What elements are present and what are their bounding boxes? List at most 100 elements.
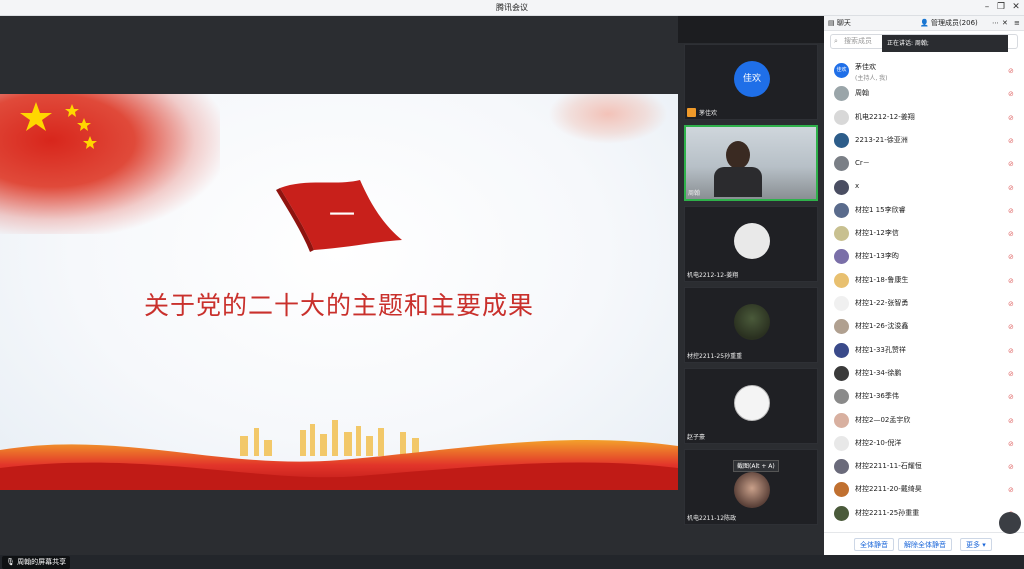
member-name: 材控1-13李昀 bbox=[855, 252, 899, 261]
member-list: 佳欢 茅佳欢 (主持人, 我) ⊘ 周翰 ⊘ 机电2212-12-姜翔 ⊘ 2213-21-徐亚… bbox=[824, 60, 1024, 530]
tab-chat[interactable]: ▤ 聊天 bbox=[828, 17, 851, 30]
mic-muted-icon[interactable]: ⊘ bbox=[1008, 253, 1014, 261]
panel-tabs: ▤ 聊天 👤 管理成员(206) ⋯ ✕ ≡ bbox=[824, 16, 1024, 31]
minimize-icon[interactable]: – bbox=[980, 1, 994, 14]
slide-headline: 关于党的二十大的主题和主要成果 bbox=[143, 291, 534, 320]
mic-muted-icon[interactable]: ⊘ bbox=[1008, 370, 1014, 378]
screen-share-status[interactable]: 🎙 周翰的屏幕共享 bbox=[2, 556, 71, 569]
mic-muted-icon[interactable]: ⊘ bbox=[1008, 160, 1014, 168]
video-tile-active[interactable]: 周翰 bbox=[684, 125, 818, 201]
mic-muted-icon[interactable]: ⊘ bbox=[1008, 417, 1014, 425]
mic-muted-icon[interactable]: ⊘ bbox=[1008, 90, 1014, 98]
member-row[interactable]: 材控1-36季伟 ⊘ bbox=[824, 386, 1024, 409]
member-name: 材控1-34-徐鹏 bbox=[855, 368, 902, 377]
search-icon: ⌕ bbox=[834, 37, 838, 45]
close-icon[interactable]: ✕ bbox=[1009, 1, 1023, 14]
member-row[interactable]: 2213-21-徐亚洲 ⊘ bbox=[824, 130, 1024, 153]
member-row[interactable]: 材控1-12李信 ⊘ bbox=[824, 223, 1024, 246]
member-row[interactable]: 材控1-13李昀 ⊘ bbox=[824, 246, 1024, 269]
member-name: 材控1-12李信 bbox=[855, 229, 899, 238]
window-title: 腾讯会议 bbox=[496, 3, 528, 12]
hand-raise-icon[interactable] bbox=[999, 512, 1021, 534]
tile-name-label: 机电2212-12-姜翔 bbox=[687, 272, 739, 279]
member-row[interactable]: 材控1-26-沈浚鑫 ⊘ bbox=[824, 316, 1024, 339]
mic-muted-icon[interactable]: ⊘ bbox=[1008, 184, 1014, 192]
host-icon bbox=[687, 108, 696, 117]
mic-icon: 🎙 bbox=[6, 558, 15, 566]
member-row[interactable]: 材控1-22-张智勇 ⊘ bbox=[824, 293, 1024, 316]
camera-feed bbox=[686, 127, 816, 199]
member-row[interactable]: 材控2211-25孙重重⊘ bbox=[824, 503, 1024, 526]
member-name: x bbox=[855, 181, 860, 190]
person-body-shape bbox=[714, 167, 762, 197]
avatar bbox=[834, 226, 849, 242]
member-name: Cr－ bbox=[855, 159, 870, 168]
avatar bbox=[834, 505, 849, 521]
member-row[interactable]: x ⊘ bbox=[824, 177, 1024, 200]
mic-muted-icon[interactable]: ⊘ bbox=[1008, 347, 1014, 355]
mic-muted-icon[interactable]: ⊘ bbox=[1008, 137, 1014, 145]
member-row[interactable]: 材控1-34-徐鹏 ⊘ bbox=[824, 363, 1024, 386]
mic-muted-icon[interactable]: ⊘ bbox=[1008, 230, 1014, 238]
member-row[interactable]: Cr－ ⊘ bbox=[824, 153, 1024, 176]
menu-icon[interactable]: ≡ bbox=[1014, 17, 1020, 30]
member-row[interactable]: 材控2—02孟宇欣 ⊘ bbox=[824, 410, 1024, 433]
video-tile[interactable]: 截图(Alt + A) 机电2211-12陈政 bbox=[684, 449, 818, 525]
member-name: 机电2212-12-姜翔 bbox=[855, 112, 915, 121]
more-options-icon[interactable]: ⋯ bbox=[992, 17, 999, 30]
video-tile[interactable]: 材控2211-25孙重重 bbox=[684, 287, 818, 363]
search-placeholder: 搜索成员 bbox=[844, 37, 872, 45]
member-row[interactable]: 佳欢 茅佳欢 (主持人, 我) ⊘ bbox=[824, 60, 1024, 83]
mic-muted-icon[interactable]: ⊘ bbox=[1008, 300, 1014, 308]
mic-muted-icon[interactable]: ⊘ bbox=[1008, 67, 1014, 75]
avatar bbox=[834, 389, 849, 405]
panel-close-icon[interactable]: ✕ bbox=[1002, 17, 1008, 30]
avatar bbox=[834, 412, 849, 428]
speaking-label: 正在讲话: 周翰; bbox=[887, 40, 929, 47]
more-label: 更多 bbox=[966, 541, 980, 549]
member-row[interactable]: 材控1-18-鲁康生 ⊘ bbox=[824, 270, 1024, 293]
video-tile[interactable]: 赵子豪 bbox=[684, 368, 818, 444]
avatar bbox=[834, 86, 849, 102]
default-avatar-icon bbox=[734, 223, 770, 259]
mute-all-button[interactable]: 全体静音 bbox=[854, 538, 894, 551]
member-row[interactable]: 材控2211-20-戴绮昊 ⊘ bbox=[824, 479, 1024, 502]
mic-muted-icon[interactable]: ⊘ bbox=[1008, 393, 1014, 401]
member-row[interactable]: 材控1-33孔赞祥 ⊘ bbox=[824, 340, 1024, 363]
star-flag-icon bbox=[20, 102, 97, 149]
member-name: 材控1-18-鲁康生 bbox=[855, 275, 909, 284]
member-name: 材控1-26-沈浚鑫 bbox=[855, 322, 909, 331]
more-button[interactable]: 更多 ▾ bbox=[960, 538, 992, 551]
avatar bbox=[734, 304, 770, 340]
mic-muted-icon[interactable]: ⊘ bbox=[1008, 463, 1014, 471]
avatar: 佳欢 bbox=[734, 61, 770, 97]
mic-muted-icon[interactable]: ⊘ bbox=[1008, 323, 1014, 331]
avatar: 佳欢 bbox=[834, 63, 849, 78]
member-actions-bar: 全体静音 解除全体静音 更多 ▾ bbox=[824, 532, 1024, 555]
mic-muted-icon[interactable]: ⊘ bbox=[1008, 440, 1014, 448]
avatar bbox=[834, 459, 849, 475]
member-row[interactable]: 材控2211-11-石耀恒 ⊘ bbox=[824, 456, 1024, 479]
emblem-decoration bbox=[548, 94, 668, 144]
tab-members-label: 管理成员(206) bbox=[930, 19, 978, 27]
mic-muted-icon[interactable]: ⊘ bbox=[1008, 207, 1014, 215]
share-status-label: 周翰的屏幕共享 bbox=[17, 558, 67, 566]
tab-members[interactable]: 👤 管理成员(206) bbox=[920, 17, 978, 30]
member-role: (主持人, 我) bbox=[855, 75, 888, 82]
mic-muted-icon[interactable]: ⊘ bbox=[1008, 277, 1014, 285]
member-row[interactable]: 材控2-10-倪洋 ⊘ bbox=[824, 433, 1024, 456]
restore-icon[interactable]: ❐ bbox=[994, 1, 1008, 14]
member-row[interactable]: 周翰 ⊘ bbox=[824, 83, 1024, 106]
tile-name-label: 周翰 bbox=[688, 190, 701, 197]
unmute-all-button[interactable]: 解除全体静音 bbox=[898, 538, 952, 551]
screen-share-stage: 一 关于党的二十大的主题和主要成果 🎙 周翰的屏幕共享 bbox=[0, 16, 678, 569]
avatar bbox=[834, 249, 849, 265]
shared-slide: 一 关于党的二十大的主题和主要成果 bbox=[0, 94, 678, 490]
member-row[interactable]: 材控1 15李欣睿 ⊘ bbox=[824, 200, 1024, 223]
mic-muted-icon[interactable]: ⊘ bbox=[1008, 114, 1014, 122]
mic-muted-icon[interactable]: ⊘ bbox=[1008, 486, 1014, 494]
video-tile[interactable]: 机电2212-12-姜翔 bbox=[684, 206, 818, 282]
member-row[interactable]: 机电2212-12-姜翔 ⊘ bbox=[824, 107, 1024, 130]
video-tile[interactable]: 佳欢 茅佳欢 bbox=[684, 44, 818, 120]
tiles-top-shade bbox=[678, 16, 824, 43]
